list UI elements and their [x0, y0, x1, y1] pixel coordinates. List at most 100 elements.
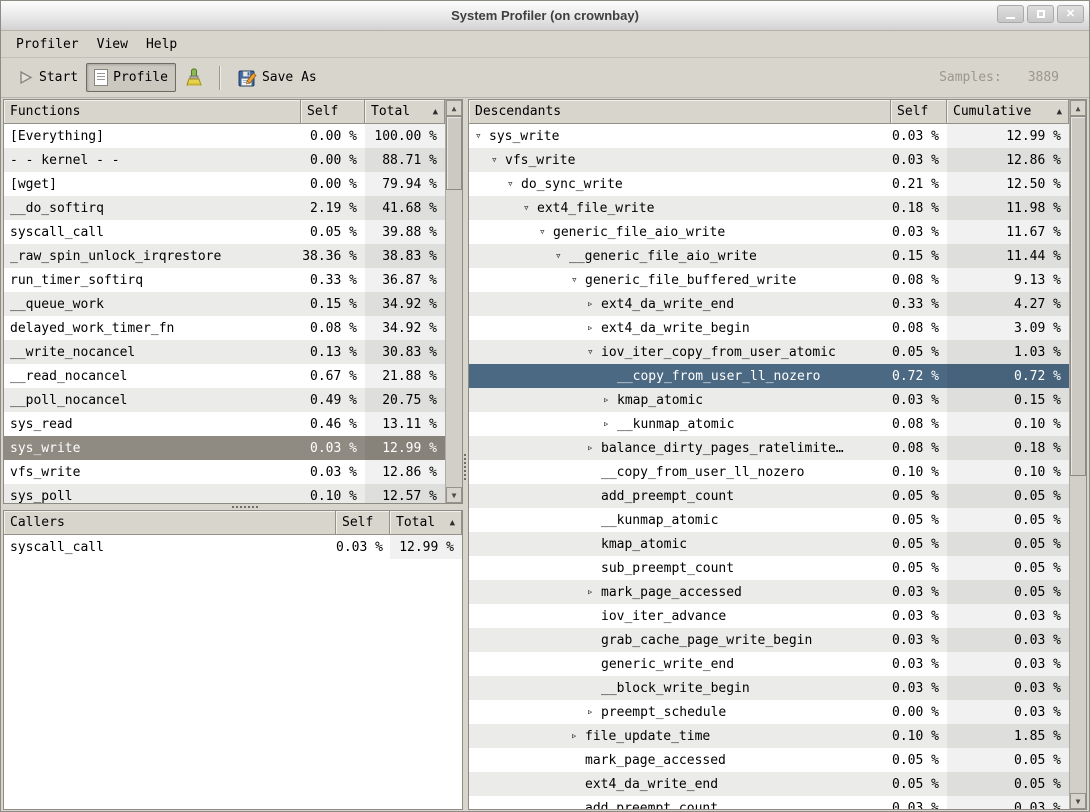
menu-profiler[interactable]: Profiler: [7, 34, 88, 55]
tree-row[interactable]: ▹mark_page_accessed0.03 %0.05 %: [469, 580, 1069, 604]
self-percent-cell: 0.10 %: [301, 489, 365, 504]
vertical-splitter[interactable]: [463, 98, 468, 811]
table-row[interactable]: __write_nocancel0.13 %30.83 %: [4, 340, 445, 364]
functions-total-column-header[interactable]: Total▲: [365, 100, 445, 124]
tree-row[interactable]: ▿__generic_file_aio_write0.15 %11.44 %: [469, 244, 1069, 268]
callers-total-column-header[interactable]: Total▲: [390, 511, 462, 535]
tree-row[interactable]: ▿ext4_file_write0.18 %11.98 %: [469, 196, 1069, 220]
expander-closed-icon[interactable]: ▹: [603, 393, 617, 407]
table-row[interactable]: _raw_spin_unlock_irqrestore38.36 %38.83 …: [4, 244, 445, 268]
table-row[interactable]: __queue_work0.15 %34.92 %: [4, 292, 445, 316]
profile-button[interactable]: Profile: [86, 63, 176, 92]
tree-row[interactable]: add_preempt_count0.03 %0.03 %: [469, 796, 1069, 809]
expander-closed-icon[interactable]: ▹: [587, 441, 601, 455]
tree-row[interactable]: ▹preempt_schedule0.00 %0.03 %: [469, 700, 1069, 724]
callers-column-header[interactable]: Callers: [4, 511, 336, 535]
scrollbar-thumb[interactable]: [1070, 116, 1086, 476]
expander-closed-icon[interactable]: ▹: [571, 729, 585, 743]
descendants-scrollbar[interactable]: ▲ ▼: [1069, 100, 1086, 809]
expander-open-icon[interactable]: ▿: [475, 129, 489, 143]
functions-self-column-header[interactable]: Self: [301, 100, 365, 124]
table-row[interactable]: [wget]0.00 %79.94 %: [4, 172, 445, 196]
expander-open-icon[interactable]: ▿: [523, 201, 537, 215]
expander-open-icon[interactable]: ▿: [587, 345, 601, 359]
save-as-button[interactable]: Save As: [230, 63, 325, 93]
start-button[interactable]: Start: [9, 63, 86, 92]
scroll-up-icon[interactable]: ▲: [446, 100, 462, 116]
tree-row[interactable]: ▹ext4_da_write_end0.33 %4.27 %: [469, 292, 1069, 316]
expander-open-icon[interactable]: ▿: [539, 225, 553, 239]
reset-button[interactable]: [176, 62, 210, 93]
callers-self-column-header[interactable]: Self: [336, 511, 390, 535]
tree-row[interactable]: mark_page_accessed0.05 %0.05 %: [469, 748, 1069, 772]
table-row[interactable]: __do_softirq2.19 %41.68 %: [4, 196, 445, 220]
table-row[interactable]: - - kernel - -0.00 %88.71 %: [4, 148, 445, 172]
tree-row[interactable]: __block_write_begin0.03 %0.03 %: [469, 676, 1069, 700]
tree-row[interactable]: __copy_from_user_ll_nozero0.72 %0.72 %: [469, 364, 1069, 388]
menu-help[interactable]: Help: [137, 34, 186, 55]
tree-row[interactable]: ▿do_sync_write0.21 %12.50 %: [469, 172, 1069, 196]
tree-row[interactable]: ▹ext4_da_write_begin0.08 %3.09 %: [469, 316, 1069, 340]
tree-row[interactable]: ▿generic_file_aio_write0.03 %11.67 %: [469, 220, 1069, 244]
tree-row[interactable]: ▹kmap_atomic0.03 %0.15 %: [469, 388, 1069, 412]
sort-ascending-icon: ▲: [1051, 107, 1062, 117]
expander-closed-icon[interactable]: ▹: [603, 417, 617, 431]
functions-scrollbar[interactable]: ▲ ▼: [445, 100, 462, 503]
table-row[interactable]: __read_nocancel0.67 %21.88 %: [4, 364, 445, 388]
total-percent-cell: 12.86 %: [365, 460, 445, 484]
tree-row[interactable]: sub_preempt_count0.05 %0.05 %: [469, 556, 1069, 580]
expander-closed-icon[interactable]: ▹: [587, 585, 601, 599]
total-percent-cell: 79.94 %: [365, 172, 445, 196]
functions-panel: Functions Self Total▲ [Everything]0.00 %…: [3, 99, 463, 504]
self-percent-cell: 0.05 %: [891, 489, 947, 504]
table-row[interactable]: syscall_call0.03 %12.99 %: [4, 535, 462, 559]
table-row[interactable]: delayed_work_timer_fn0.08 %34.92 %: [4, 316, 445, 340]
tree-row[interactable]: grab_cache_page_write_begin0.03 %0.03 %: [469, 628, 1069, 652]
descendants-self-column-header[interactable]: Self: [891, 100, 947, 124]
menu-view[interactable]: View: [88, 34, 137, 55]
expander-closed-icon[interactable]: ▹: [587, 705, 601, 719]
table-row[interactable]: sys_read0.46 %13.11 %: [4, 412, 445, 436]
table-row[interactable]: run_timer_softirq0.33 %36.87 %: [4, 268, 445, 292]
maximize-button[interactable]: [1027, 5, 1054, 23]
self-percent-cell: 2.19 %: [301, 201, 365, 216]
scroll-down-icon[interactable]: ▼: [446, 487, 462, 503]
minimize-button[interactable]: [997, 5, 1024, 23]
expander-open-icon[interactable]: ▿: [555, 249, 569, 263]
horizontal-splitter[interactable]: [3, 504, 463, 510]
tree-row[interactable]: generic_write_end0.03 %0.03 %: [469, 652, 1069, 676]
scroll-up-icon[interactable]: ▲: [1070, 100, 1086, 116]
tree-row[interactable]: kmap_atomic0.05 %0.05 %: [469, 532, 1069, 556]
descendants-column-header[interactable]: Descendants: [469, 100, 891, 124]
tree-row[interactable]: __copy_from_user_ll_nozero0.10 %0.10 %: [469, 460, 1069, 484]
tree-row[interactable]: ▹balance_dirty_pages_ratelimite…0.08 %0.…: [469, 436, 1069, 460]
descendants-cumulative-column-header[interactable]: Cumulative▲: [947, 100, 1069, 124]
tree-row[interactable]: ▿vfs_write0.03 %12.86 %: [469, 148, 1069, 172]
table-row[interactable]: sys_poll0.10 %12.57 %: [4, 484, 445, 503]
scrollbar-thumb[interactable]: [446, 116, 462, 190]
tree-row[interactable]: ▹file_update_time0.10 %1.85 %: [469, 724, 1069, 748]
expander-open-icon[interactable]: ▿: [491, 153, 505, 167]
table-row[interactable]: sys_write0.03 %12.99 %: [4, 436, 445, 460]
functions-column-header[interactable]: Functions: [4, 100, 301, 124]
tree-row[interactable]: ▿sys_write0.03 %12.99 %: [469, 124, 1069, 148]
table-row[interactable]: __poll_nocancel0.49 %20.75 %: [4, 388, 445, 412]
tree-row[interactable]: add_preempt_count0.05 %0.05 %: [469, 484, 1069, 508]
titlebar[interactable]: System Profiler (on crownbay) ✕: [1, 1, 1089, 31]
tree-row[interactable]: ▹__kunmap_atomic0.08 %0.10 %: [469, 412, 1069, 436]
expander-open-icon[interactable]: ▿: [507, 177, 521, 191]
expander-open-icon[interactable]: ▿: [571, 273, 585, 287]
tree-row[interactable]: ▿generic_file_buffered_write0.08 %9.13 %: [469, 268, 1069, 292]
tree-row[interactable]: ▿iov_iter_copy_from_user_atomic0.05 %1.0…: [469, 340, 1069, 364]
expander-closed-icon[interactable]: ▹: [587, 297, 601, 311]
close-button[interactable]: ✕: [1057, 5, 1084, 23]
expander-closed-icon[interactable]: ▹: [587, 321, 601, 335]
tree-row[interactable]: ext4_da_write_end0.05 %0.05 %: [469, 772, 1069, 796]
tree-row[interactable]: iov_iter_advance0.03 %0.03 %: [469, 604, 1069, 628]
table-row[interactable]: vfs_write0.03 %12.86 %: [4, 460, 445, 484]
tree-row[interactable]: __kunmap_atomic0.05 %0.05 %: [469, 508, 1069, 532]
scroll-down-icon[interactable]: ▼: [1070, 793, 1086, 809]
table-row[interactable]: syscall_call0.05 %39.88 %: [4, 220, 445, 244]
table-row[interactable]: [Everything]0.00 %100.00 %: [4, 124, 445, 148]
self-percent-cell: 0.67 %: [301, 369, 365, 384]
